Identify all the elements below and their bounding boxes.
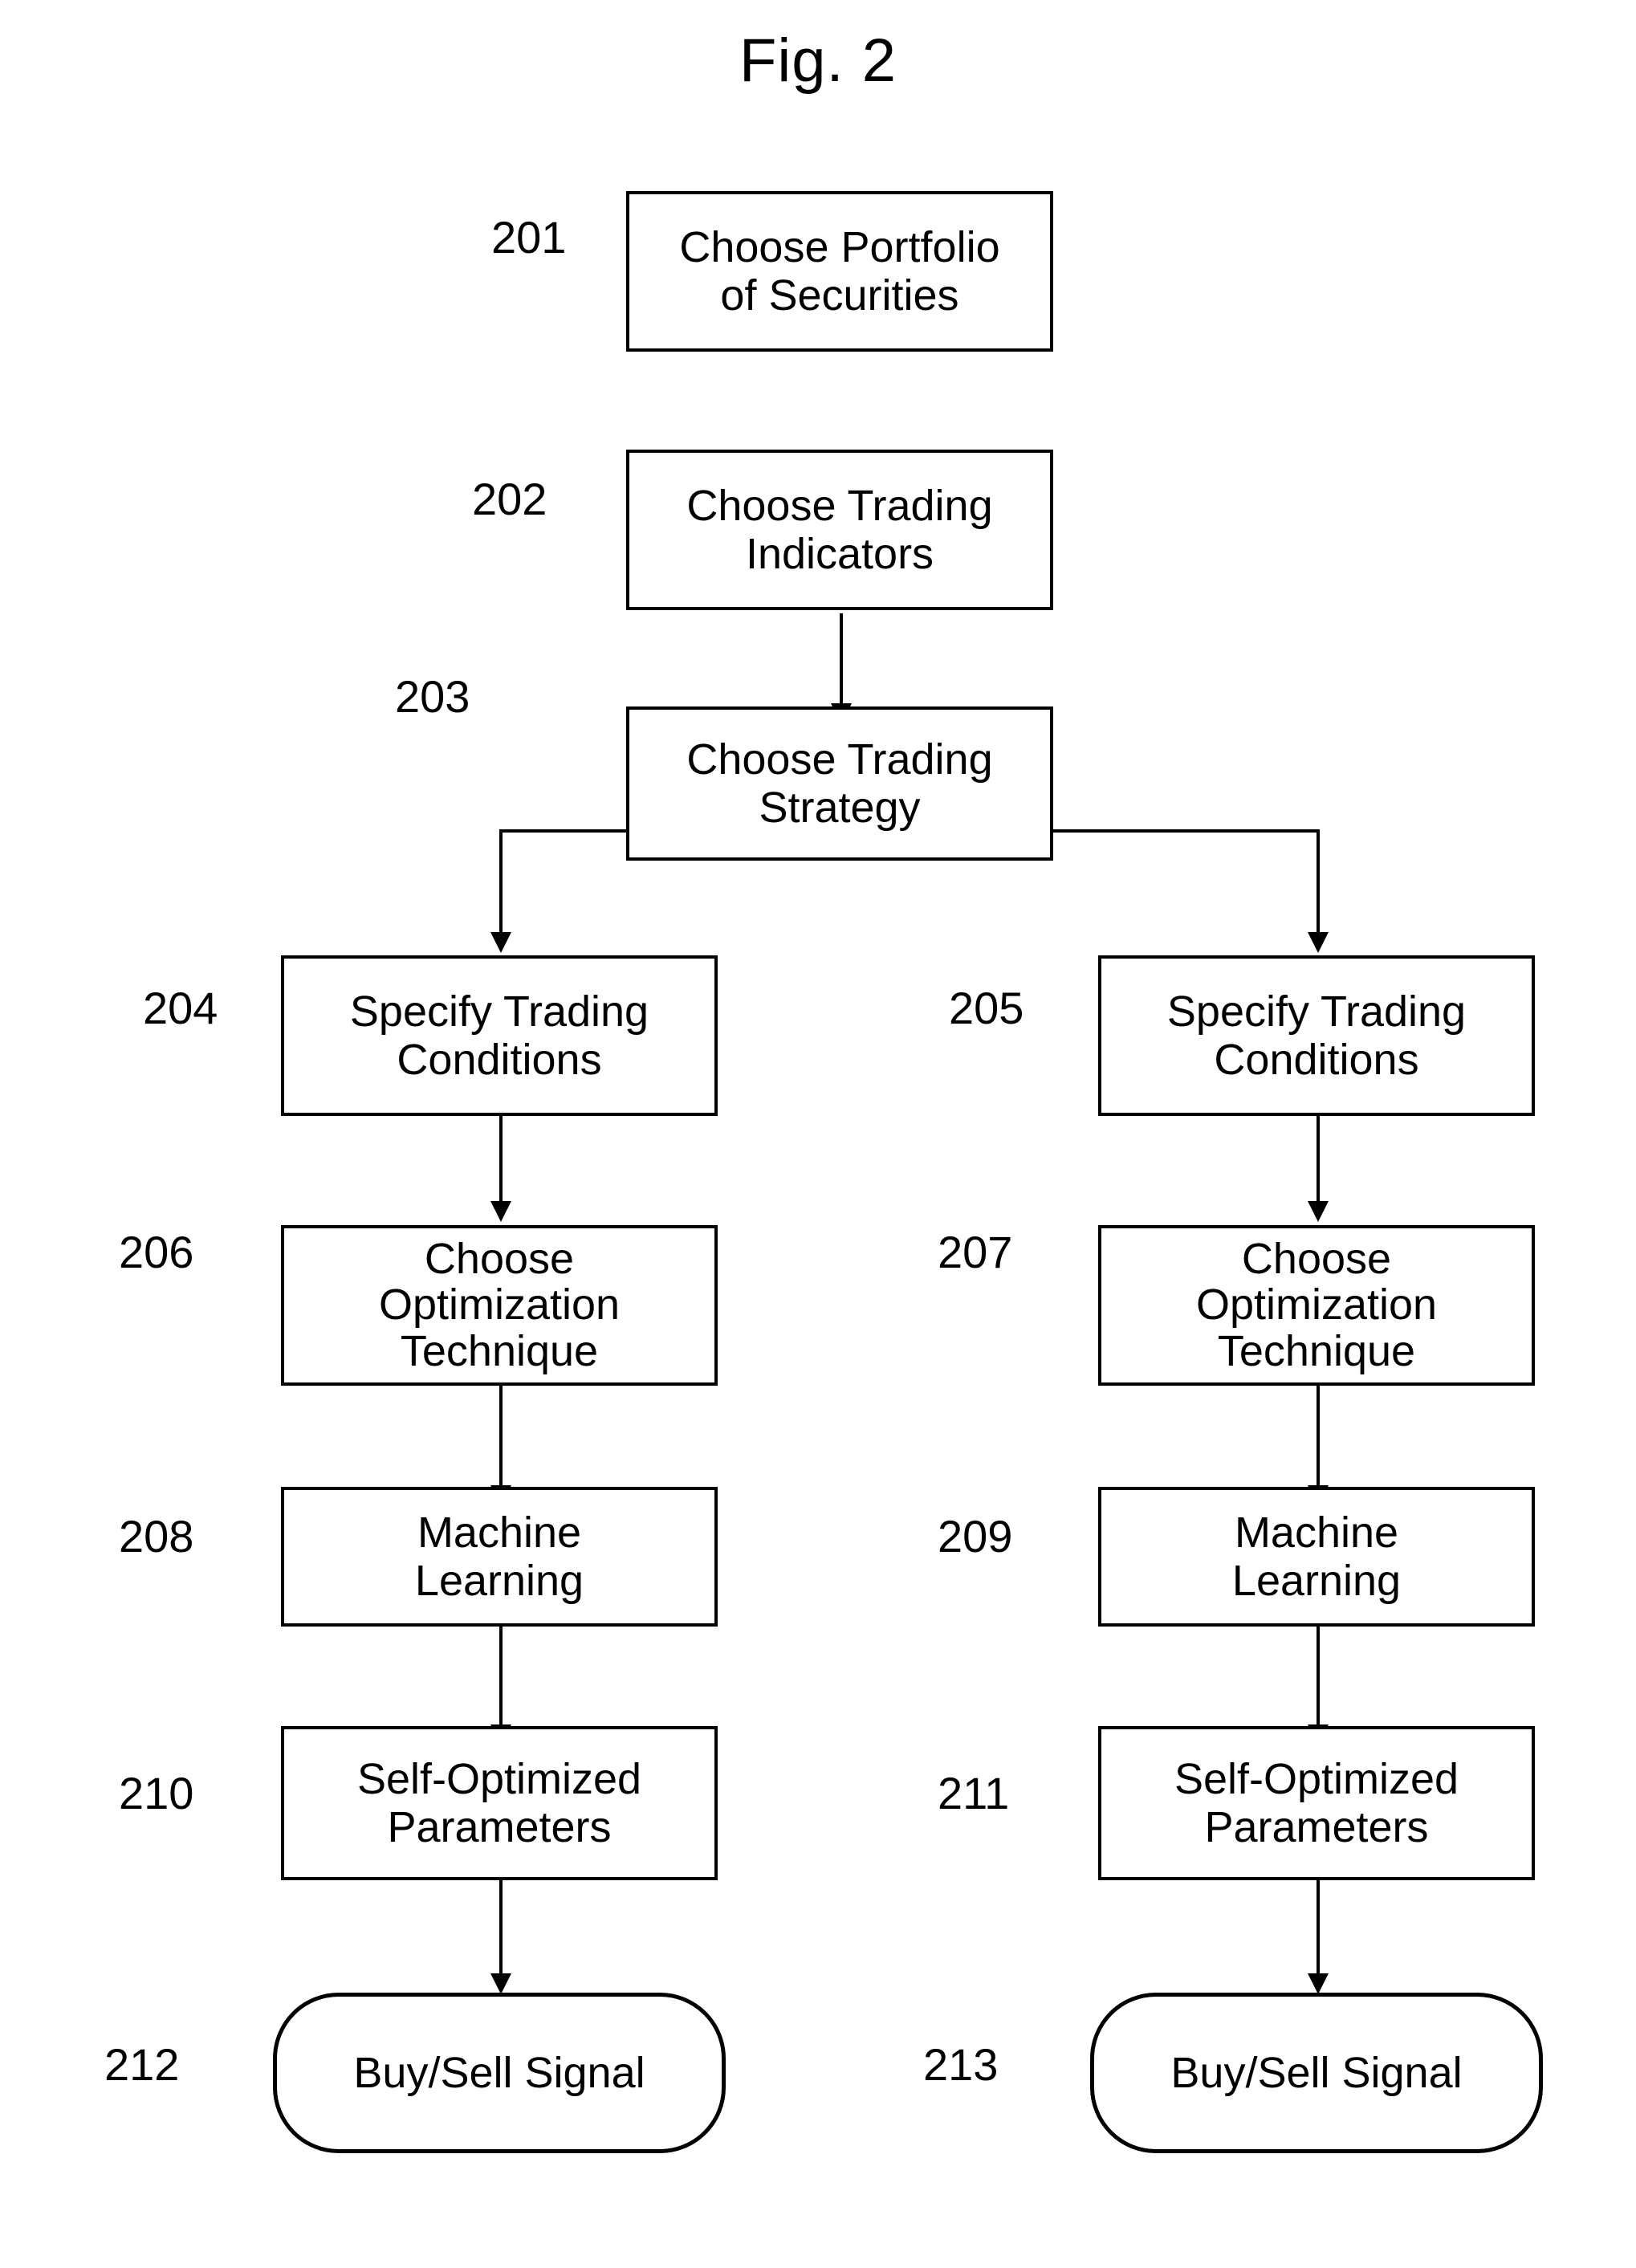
patent-figure: Fig. 2 201 202 203 204 205 206 207 208 2… <box>0 0 1636 2268</box>
connector-211-213-line <box>1317 1880 1320 1975</box>
process-box-207-line-2: Optimization <box>1195 1281 1438 1329</box>
process-box-208-line-1: Machine <box>417 1508 582 1557</box>
terminal-box-212-label: Buy/Sell Signal <box>353 2049 645 2097</box>
process-box-206[interactable]: Choose Optimization Technique <box>281 1225 718 1386</box>
process-box-204[interactable]: Specify Trading Conditions <box>281 955 718 1116</box>
process-box-208-line-2: Learning <box>414 1557 584 1605</box>
connector-211-213-arrowhead <box>1308 1973 1329 1994</box>
connector-203-205-horizontal <box>1052 829 1320 833</box>
process-box-209[interactable]: Machine Learning <box>1098 1487 1535 1627</box>
process-box-207[interactable]: Choose Optimization Technique <box>1098 1225 1535 1386</box>
figure-title: Fig. 2 <box>739 26 897 95</box>
reference-numeral-210: 210 <box>119 1768 194 1818</box>
connector-210-212-arrowhead <box>490 1973 511 1994</box>
process-box-202-line-2: Indicators <box>745 530 934 578</box>
connector-205-207-line <box>1317 1116 1320 1203</box>
process-box-211-line-1: Self-Optimized <box>1174 1754 1459 1803</box>
process-box-206-line-1: Choose <box>424 1235 575 1284</box>
connector-203-204-arrowhead <box>490 932 511 953</box>
connector-203-205-arrowhead <box>1308 932 1329 953</box>
process-box-203[interactable]: Choose Trading Strategy <box>626 706 1053 861</box>
process-box-206-line-3: Technique <box>400 1326 599 1375</box>
terminal-box-213-label: Buy/Sell Signal <box>1170 2049 1463 2097</box>
connector-204-206-line <box>499 1116 503 1203</box>
reference-numeral-213: 213 <box>923 2039 999 2090</box>
process-box-205-line-2: Conditions <box>1214 1036 1419 1084</box>
process-box-203-line-2: Strategy <box>759 784 921 832</box>
process-box-211[interactable]: Self-Optimized Parameters <box>1098 1726 1535 1880</box>
reference-numeral-205: 205 <box>949 983 1024 1033</box>
reference-numeral-212: 212 <box>104 2039 180 2090</box>
process-box-202[interactable]: Choose Trading Indicators <box>626 450 1053 610</box>
reference-numeral-208: 208 <box>119 1511 194 1562</box>
reference-numeral-203: 203 <box>395 671 470 722</box>
connector-210-212-line <box>499 1880 503 1975</box>
connector-203-204-horizontal <box>499 829 628 833</box>
process-box-210[interactable]: Self-Optimized Parameters <box>281 1726 718 1880</box>
connector-209-211-line <box>1317 1627 1320 1726</box>
connector-205-207-arrowhead <box>1308 1201 1329 1222</box>
process-box-202-line-1: Choose Trading <box>686 481 993 530</box>
connector-203-205-vertical <box>1317 829 1320 935</box>
connector-206-208-line <box>499 1386 503 1487</box>
reference-numeral-207: 207 <box>938 1227 1013 1277</box>
reference-numeral-211: 211 <box>938 1768 1010 1818</box>
process-box-208[interactable]: Machine Learning <box>281 1487 718 1627</box>
process-box-201[interactable]: Choose Portfolio of Securities <box>626 191 1053 352</box>
process-box-201-line-2: of Securities <box>720 271 959 320</box>
process-box-210-line-1: Self-Optimized <box>356 1754 642 1803</box>
process-box-204-line-1: Specify Trading <box>349 987 649 1036</box>
reference-numeral-209: 209 <box>938 1511 1013 1562</box>
process-box-209-line-2: Learning <box>1231 1557 1402 1605</box>
process-box-207-line-1: Choose <box>1241 1235 1392 1284</box>
connector-202-203-line <box>840 613 843 706</box>
connector-207-209-line <box>1317 1386 1320 1487</box>
connector-203-204-vertical <box>499 829 503 935</box>
connector-204-206-arrowhead <box>490 1201 511 1222</box>
process-box-201-line-1: Choose Portfolio <box>679 222 1000 271</box>
reference-numeral-202: 202 <box>472 474 547 524</box>
process-box-205-line-1: Specify Trading <box>1166 987 1467 1036</box>
process-box-204-line-2: Conditions <box>397 1036 602 1084</box>
process-box-210-line-2: Parameters <box>387 1803 612 1851</box>
terminal-box-212[interactable]: Buy/Sell Signal <box>273 1993 726 2153</box>
process-box-203-line-1: Choose Trading <box>686 735 993 784</box>
terminal-box-213[interactable]: Buy/Sell Signal <box>1090 1993 1543 2153</box>
reference-numeral-204: 204 <box>143 983 218 1033</box>
process-box-207-line-3: Technique <box>1217 1326 1416 1375</box>
process-box-209-line-1: Machine <box>1234 1508 1399 1557</box>
process-box-205[interactable]: Specify Trading Conditions <box>1098 955 1535 1116</box>
reference-numeral-201: 201 <box>491 212 567 263</box>
reference-numeral-206: 206 <box>119 1227 194 1277</box>
process-box-211-line-2: Parameters <box>1204 1803 1429 1851</box>
connector-208-210-line <box>499 1627 503 1726</box>
process-box-206-line-2: Optimization <box>378 1281 621 1329</box>
